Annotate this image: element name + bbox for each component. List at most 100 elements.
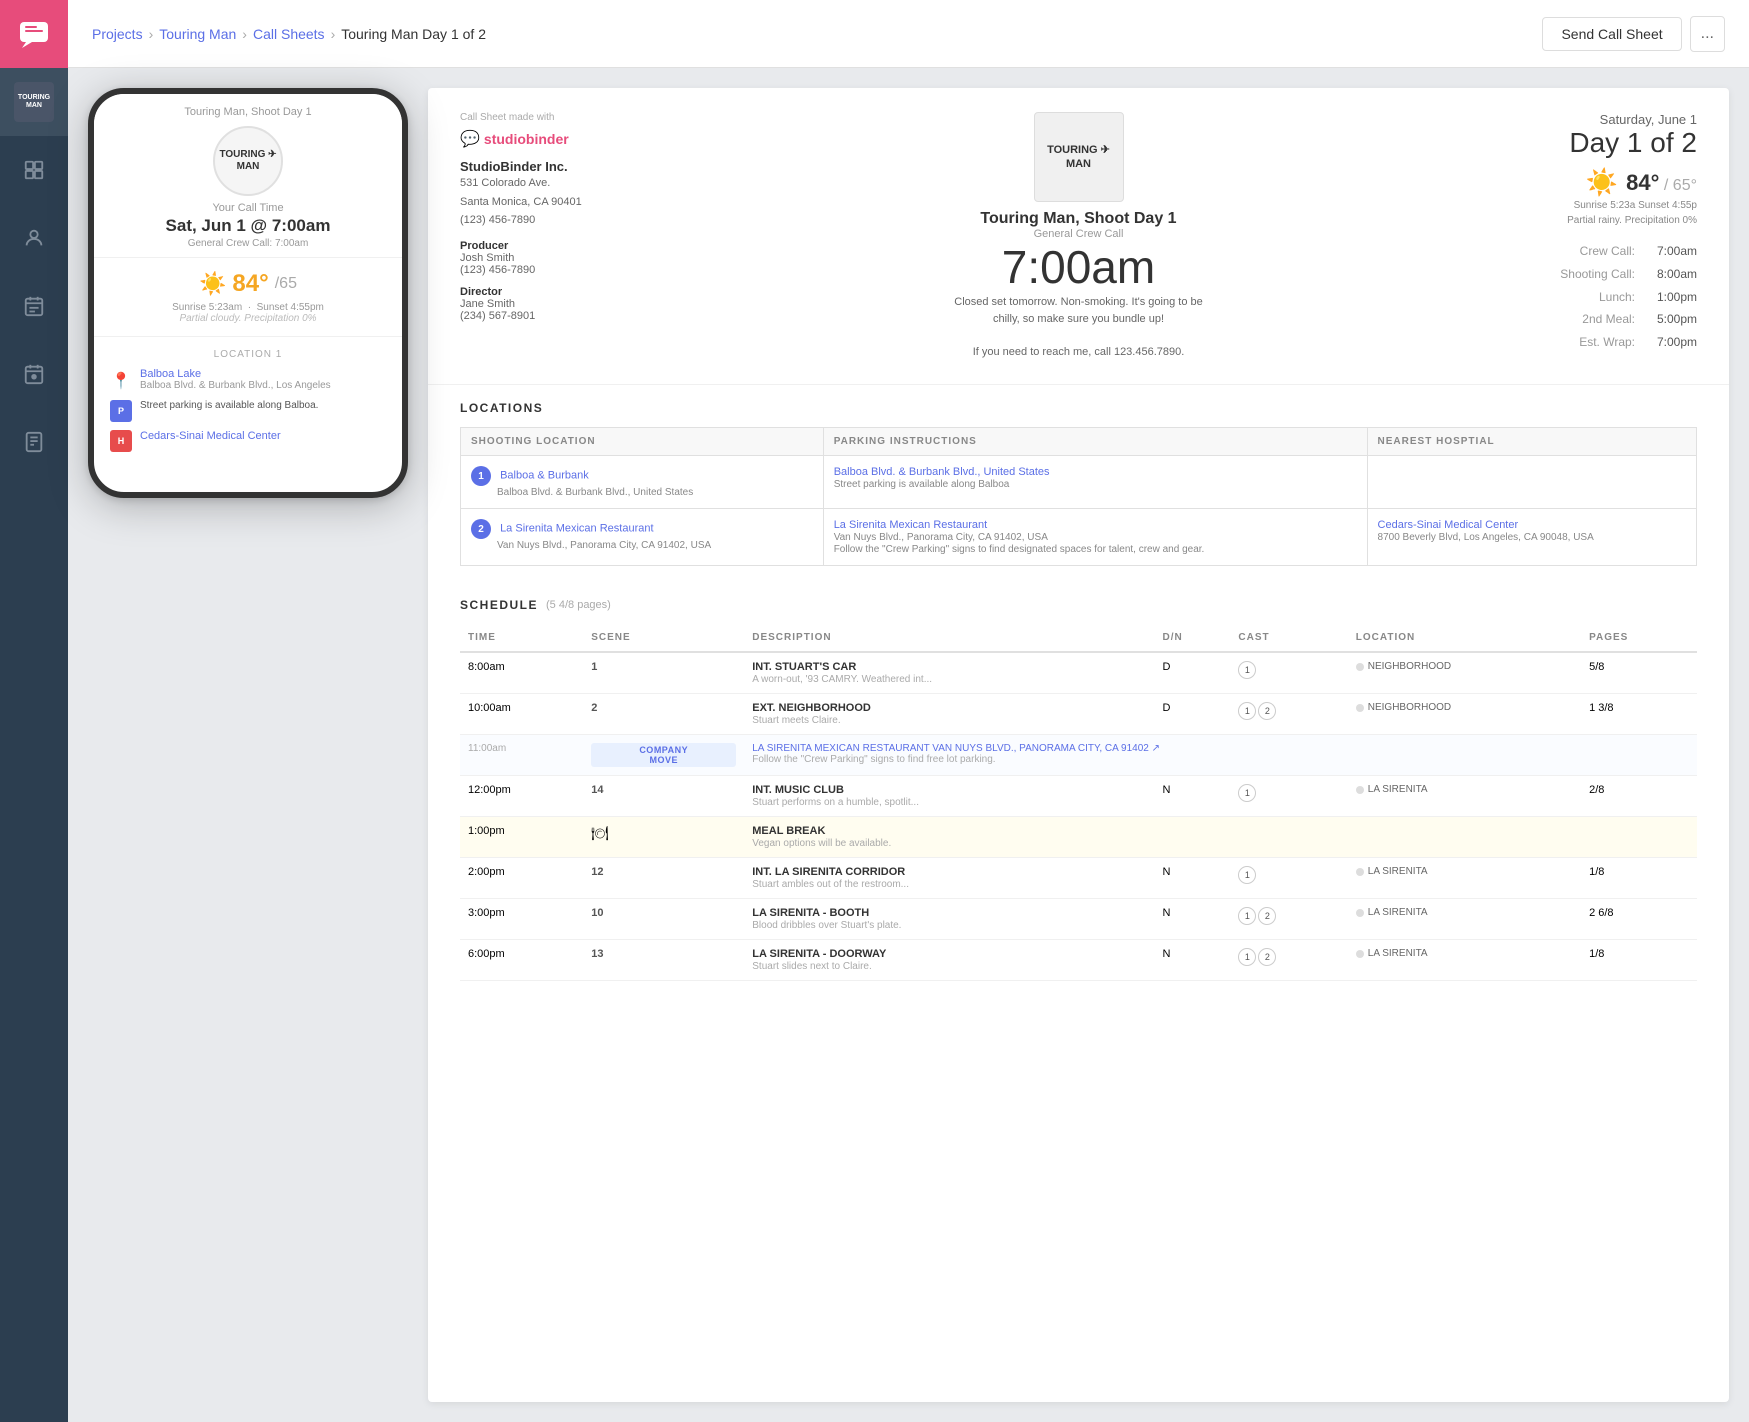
sidebar-item-schedule[interactable] [0,272,68,340]
phone-parking-icon: P [110,400,132,422]
parking-detail-1: Van Nuys Blvd., Panorama City, CA 91402,… [834,532,1048,543]
sidebar-item-calendar[interactable] [0,340,68,408]
cs-company-address: 531 Colorado Ave. Santa Monica, CA 90401… [460,174,929,230]
hospital-addr: 8700 Beverly Blvd, Los Angeles, CA 90048… [1378,532,1594,543]
sched-location: LA SIRENITA [1348,899,1581,940]
cs-time-row: Lunch:1:00pm [1229,286,1698,309]
cs-temp-low: / 65° [1664,177,1697,194]
phone-location-label: LOCATION 1 [110,349,386,360]
parking-link[interactable]: La Sirenita Mexican Restaurant [834,519,987,531]
cs-time-value: 7:00pm [1647,331,1697,354]
loc-shooting-cell: 2 La Sirenita Mexican Restaurant Van Nuy… [461,509,824,566]
phone-location-item: 📍 Balboa Lake Balboa Blvd. & Burbank Blv… [110,368,386,392]
schedule-col-header: LOCATION [1348,624,1581,652]
loc-num: 1 [471,466,491,486]
phone-weather-detail: Partial cloudy. Precipitation 0% [110,313,386,324]
sched-dn: N [1155,940,1231,981]
cs-time-value: 7:00am [1647,240,1697,263]
breadcrumb: Projects › Touring Man › Call Sheets › T… [92,26,486,42]
call-sheet-document: Call Sheet made with 💬 studiobinder Stud… [428,88,1729,1402]
cs-director: Director Jane Smith (234) 567-8901 [460,286,929,322]
parking-detail-2: Follow the "Crew Parking" signs to find … [834,544,1205,555]
scene-desc-title: INT. LA SIRENITA CORRIDOR [752,866,905,878]
loc-dot [1356,950,1364,958]
sidebar-item-storyboard[interactable] [0,136,68,204]
cs-weather-temps: 84° / 65° [1626,170,1697,196]
sched-time: 1:00pm [460,817,583,858]
sched-desc: LA SIRENITA - BOOTH Blood dribbles over … [744,899,1154,940]
sched-cast: 1 [1230,652,1347,694]
loc-dot [1356,868,1364,876]
phone-call-time: Sat, Jun 1 @ 7:00am [110,216,386,236]
parking-link[interactable]: Balboa Blvd. & Burbank Blvd., United Sta… [834,466,1050,478]
scene-desc-title: INT. MUSIC CLUB [752,784,844,796]
sched-cast: 12 [1230,899,1347,940]
cs-shoot-title: Touring Man, Shoot Day 1 [949,210,1209,228]
scene-num: 1 [591,661,597,673]
sched-meal-desc: MEAL BREAK Vegan options will be availab… [744,817,1697,858]
schedule-col-header: D/N [1155,624,1231,652]
sidebar-item-cast[interactable] [0,204,68,272]
cs-loc-header-parking: PARKING INSTRUCTIONS [823,428,1367,456]
breadcrumb-call-sheets[interactable]: Call Sheets [253,26,325,42]
loc-name-link[interactable]: Balboa & Burbank [500,470,589,482]
cs-weather-sub: Sunrise 5:23a Sunset 4:55p Partial rainy… [1229,198,1698,228]
sched-scene: 2 [583,694,744,735]
sched-location: LA SIRENITA [1348,858,1581,899]
location-row: 1 Balboa & Burbank Balboa Blvd. & Burban… [461,456,1697,509]
scene-num: 2 [591,702,597,714]
more-options-button[interactable]: ... [1690,16,1725,52]
move-location-link[interactable]: LA SIRENITA MEXICAN RESTAURANT VAN NUYS … [752,743,1160,754]
sched-cast: 12 [1230,940,1347,981]
sched-desc: INT. MUSIC CLUB Stuart performs on a hum… [744,776,1154,817]
loc-addr: Balboa Blvd. & Burbank Blvd., United Sta… [497,487,693,498]
loc-dot [1356,909,1364,917]
sidebar-item-project[interactable]: TOURINGMAN [0,68,68,136]
scene-desc-sub: Blood dribbles over Stuart's plate. [752,920,901,931]
phone-hospital-item: H Cedars-Sinai Medical Center [110,430,386,452]
send-call-sheet-button[interactable]: Send Call Sheet [1542,17,1681,51]
cs-studio-icon: 💬 [460,129,480,149]
sched-scene: 14 [583,776,744,817]
cs-loc-header-shooting: SHOOTING LOCATION [461,428,824,456]
loc-shooting-cell: 1 Balboa & Burbank Balboa Blvd. & Burban… [461,456,824,509]
cs-studio-logo: 💬 studiobinder [460,129,929,149]
schedule-row: 6:00pm 13 LA SIRENITA - DOORWAY Stuart s… [460,940,1697,981]
breadcrumb-touring-man[interactable]: Touring Man [159,26,236,42]
schedule-col-header: PAGES [1581,624,1697,652]
sched-desc: INT. LA SIRENITA CORRIDOR Stuart ambles … [744,858,1154,899]
schedule-row: 3:00pm 10 LA SIRENITA - BOOTH Blood drib… [460,899,1697,940]
cs-time-label: Lunch: [1599,286,1635,309]
loc-dot [1356,663,1364,671]
sched-scene: 12 [583,858,744,899]
sched-dn: N [1155,858,1231,899]
cs-notes: Closed set tomorrow. Non-smoking. It's g… [949,294,1209,360]
schedule-row: 2:00pm 12 INT. LA SIRENITA CORRIDOR Stua… [460,858,1697,899]
sched-cast: 12 [1230,694,1347,735]
cs-call-time-big: 7:00am [949,240,1209,294]
sidebar-logo[interactable] [0,0,68,68]
meal-sub: Vegan options will be available. [752,838,891,849]
breadcrumb-current: Touring Man Day 1 of 2 [341,26,486,42]
scene-num: 13 [591,948,603,960]
hospital-link[interactable]: Cedars-Sinai Medical Center [1378,519,1519,531]
cs-time-value: 5:00pm [1647,308,1697,331]
cast-badge: 1 [1238,948,1256,966]
breadcrumb-projects[interactable]: Projects [92,26,143,42]
phone-temp-low: /65 [275,275,297,293]
sched-dn: D [1155,694,1231,735]
cs-company-name: StudioBinder Inc. [460,159,929,174]
sched-scene-move: COMPANYMOVE [583,735,744,776]
sched-time: 11:00am [460,735,583,776]
sidebar-item-files[interactable] [0,408,68,476]
phone-weather-sub: Sunrise 5:23am · Sunset 4:55pm [110,302,386,313]
cs-time-label: 2nd Meal: [1582,308,1635,331]
schedule-row: 1:00pm 🍽 MEAL BREAK Vegan options will b… [460,817,1697,858]
cs-locations-table: SHOOTING LOCATION PARKING INSTRUCTIONS N… [460,427,1697,566]
cs-date: Saturday, June 1 [1229,112,1698,127]
phone-temp: 84° [232,270,268,298]
project-thumbnail: TOURINGMAN [14,82,54,122]
loc-name-link[interactable]: La Sirenita Mexican Restaurant [500,523,653,535]
breadcrumb-sep-3: › [331,26,336,42]
sched-scene: 1 [583,652,744,694]
